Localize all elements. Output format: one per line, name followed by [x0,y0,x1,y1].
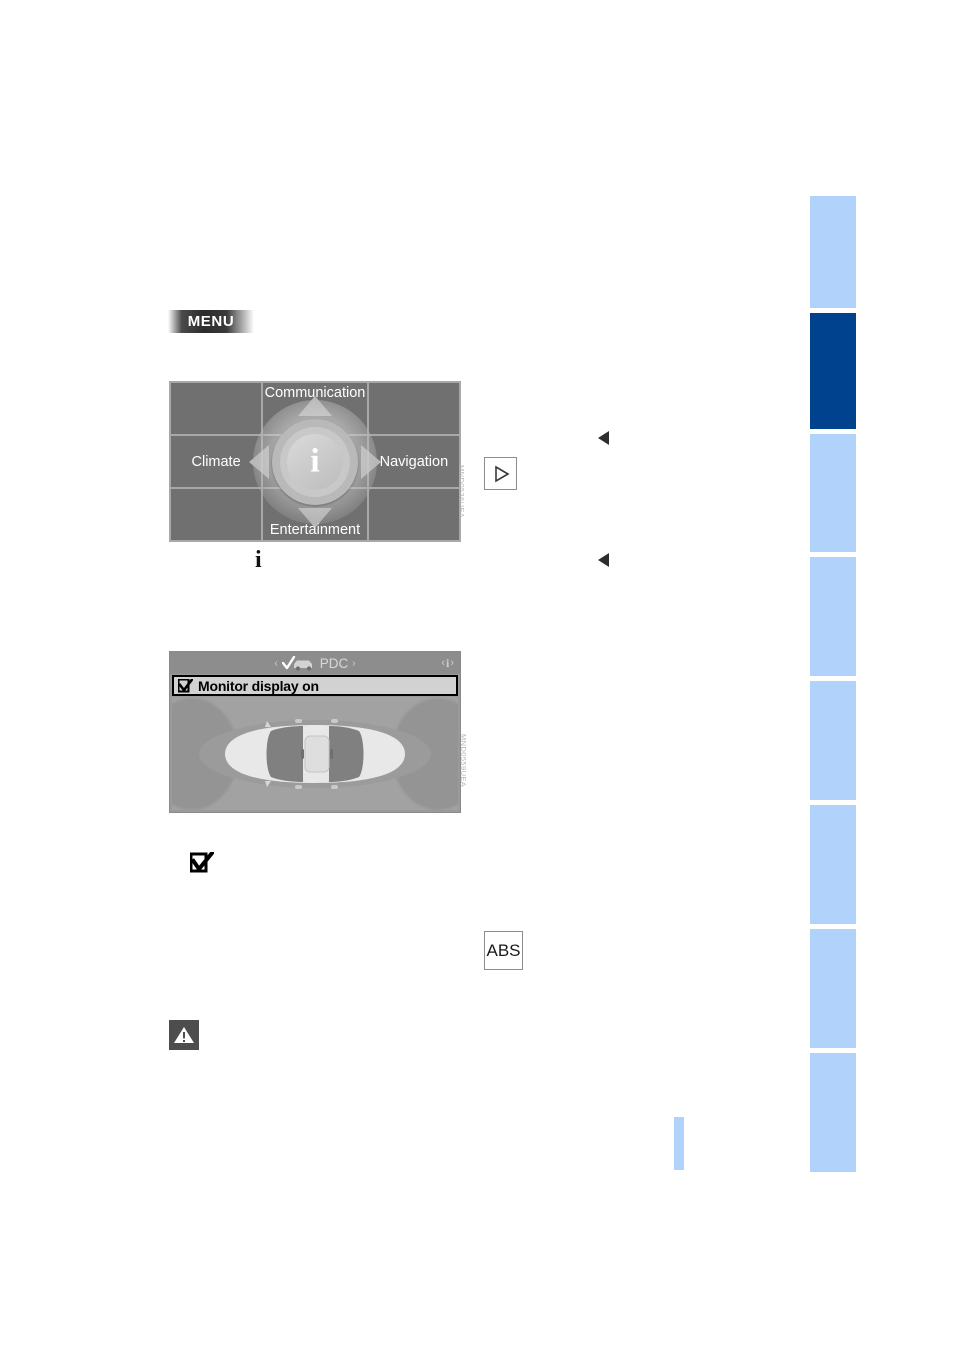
section-index-tab-2[interactable] [810,313,856,429]
abs-label: ABS [486,940,521,960]
top-down-car-icon [199,718,431,789]
pdc-header: ‹ PDC › ‹ i › [170,652,460,674]
idrive-menu-grid: Communication Climate Navigation Enterta… [169,381,461,542]
idrive-cell-navigation[interactable]: Navigation [368,436,459,487]
checkbox-checked-glyph [189,850,215,878]
idrive-cell-center [263,436,367,487]
menu-badge-label: MENU [187,313,235,330]
bullet-triangle-icon-2 [598,553,609,567]
section-index-tab-6[interactable] [810,805,856,924]
section-index-tab-3[interactable] [810,434,856,552]
section-index-tab-8[interactable] [810,1053,856,1172]
idrive-label-climate: Climate [191,453,241,470]
pdc-control-display-figure: ‹ PDC › ‹ i › Monitor display on MND0559… [169,651,468,813]
menu-badge: MENU [168,310,254,333]
idrive-cell-empty-bottom-right [368,489,459,540]
idrive-cell-empty-top-right [368,383,459,434]
idrive-label-communication: Communication [264,385,366,401]
section-index-tab-4[interactable] [810,557,856,676]
pdc-sensor-graphic [172,697,458,810]
page-position-marker [674,1117,684,1170]
abs-button[interactable]: ABS [484,931,523,970]
warning-triangle-icon [169,1020,199,1050]
section-index-tab-1[interactable] [810,196,856,308]
checkbox-checked-icon [178,678,193,692]
idrive-cell-entertainment[interactable]: Entertainment [263,489,367,540]
idrive-cell-empty-top-left [171,383,262,434]
pdc-info-badge[interactable]: ‹ i › [441,657,454,669]
checked-car-icon [281,655,312,671]
pdc-right-caret[interactable]: › [352,658,355,669]
idrive-cell-communication[interactable]: Communication [263,383,367,434]
play-triangle-button[interactable] [484,457,517,490]
checkbox-checked-icon-large [189,850,215,873]
pdc-title: PDC [319,655,349,671]
warning-triangle-glyph [174,1027,194,1043]
idrive-label-navigation: Navigation [379,453,449,470]
figure-code-pdc: MND0559UEA [459,734,468,788]
info-glyph: i [255,547,262,573]
idrive-cell-climate[interactable]: Climate [171,436,262,487]
section-index-tabs [810,196,856,1172]
idrive-label-entertainment: Entertainment [269,522,361,538]
section-index-tab-5[interactable] [810,681,856,800]
pdc-option-row[interactable]: Monitor display on [172,675,458,696]
pdc-option-label: Monitor display on [198,677,319,694]
bullet-triangle-icon-1 [598,431,609,445]
section-index-tab-7[interactable] [810,929,856,1048]
pdc-info-badge-right-caret: › [450,656,454,669]
idrive-main-menu-figure: Communication Climate Navigation Enterta… [169,381,466,542]
idrive-cell-empty-bottom-left [171,489,262,540]
figure-code-idrive: MND0536UEA [457,465,466,519]
play-triangle-icon [494,465,510,482]
pdc-left-caret[interactable]: ‹ [274,658,277,669]
